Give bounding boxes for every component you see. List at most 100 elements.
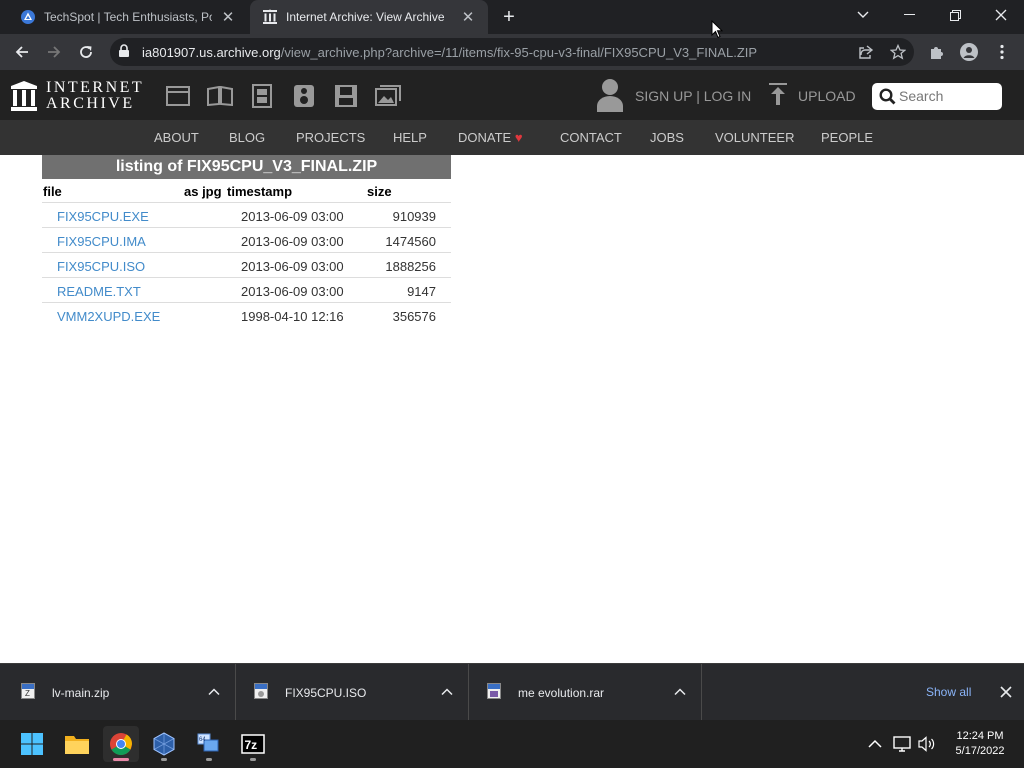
search-box[interactable] [872,83,1002,110]
chevron-up-icon[interactable] [866,735,884,753]
svg-text:64: 64 [199,737,206,743]
file-size: 1474560 [385,234,436,249]
nav-contact[interactable]: CONTACT [560,130,622,145]
windows-start-icon[interactable] [14,726,50,762]
windows-taskbar: 64 7z 12:24 PM 5/17/2022 [0,720,1024,768]
ia-topnav: INTERNET ARCHIVE SIGN UP | LOG IN UPLOAD [0,70,1024,120]
url-text[interactable]: ia801907.us.archive.org/view_archive.php… [142,45,757,60]
new-tab-button[interactable]: + [498,6,520,28]
video-icon[interactable] [249,83,275,109]
table-row: FIX95CPU.ISO 2013-06-09 03:00 1888256 [42,252,451,277]
clock-time: 12:24 PM [956,730,1004,742]
logo-line-internet: INTERNET [46,79,145,96]
virtualbox-icon[interactable] [146,726,182,762]
upload-link[interactable]: UPLOAD [798,88,856,104]
search-icon[interactable] [879,88,896,110]
restore-window-icon[interactable] [932,0,978,30]
nav-volunteer[interactable]: VOLUNTEER [715,130,794,145]
taskbar-clock[interactable]: 12:24 PM 5/17/2022 [940,729,1020,759]
download-filename: FIX95CPU.ISO [285,686,367,700]
close-tab-icon[interactable]: ✕ [218,7,238,27]
images-icon[interactable] [375,83,401,109]
nav-jobs[interactable]: JOBS [650,130,684,145]
menu-dots-icon[interactable] [988,38,1016,66]
column-header-as-jpg: as jpg [184,184,222,199]
nav-about[interactable]: ABOUT [154,130,199,145]
chevron-up-icon[interactable] [207,685,221,699]
close-window-icon[interactable] [978,0,1024,30]
close-shelf-icon[interactable] [998,684,1014,700]
zip-file-icon: Z [21,683,35,699]
heart-icon: ♥ [514,130,523,145]
column-header-timestamp: timestamp [227,184,293,199]
minimize-window-icon[interactable] [886,0,932,30]
audio-icon[interactable] [291,83,317,109]
tab-search-icon[interactable] [840,0,886,30]
file-timestamp: 1998-04-10 12:16 [241,309,344,324]
extensions-icon[interactable] [923,38,951,66]
download-item[interactable]: FIX95CPU.ISO [236,664,469,721]
7zip-icon[interactable]: 7z [235,726,271,762]
software-icon[interactable] [333,83,359,109]
profile-avatar-icon[interactable] [955,38,983,66]
tab-internet-archive[interactable]: Internet Archive: View Archive ✕ [250,0,488,34]
file-timestamp: 2013-06-09 03:00 [241,209,344,224]
download-item[interactable]: me evolution.rar [469,664,702,721]
nav-donate[interactable]: DONATE ♥ [458,130,523,145]
forward-arrow-icon[interactable] [40,38,68,66]
nav-projects[interactable]: PROJECTS [296,130,365,145]
nav-help[interactable]: HELP [393,130,427,145]
user-icon[interactable] [595,78,625,117]
bookmark-star-icon[interactable] [887,42,909,62]
browser-tab-strip: TechSpot | Tech Enthusiasts, Pow ✕ Inter… [0,0,1024,34]
internet-archive-logo[interactable]: INTERNET ARCHIVE [10,80,144,112]
show-all-downloads-link[interactable]: Show all [926,685,971,699]
file-link[interactable]: FIX95CPU.EXE [57,209,149,224]
file-explorer-icon[interactable] [59,726,95,762]
signup-login-link[interactable]: SIGN UP | LOG IN [635,88,751,104]
web-icon[interactable] [165,83,191,109]
back-arrow-icon[interactable] [8,38,36,66]
file-size: 1888256 [385,259,436,274]
volume-icon[interactable] [918,735,936,753]
column-header-row: file as jpg timestamp size [42,179,451,202]
file-link[interactable]: FIX95CPU.IMA [57,234,146,249]
nav-people[interactable]: PEOPLE [821,130,873,145]
table-row: VMM2XUPD.EXE 1998-04-10 12:16 356576 [42,302,451,327]
clock-date: 5/17/2022 [955,745,1005,757]
network-icon[interactable] [893,735,911,753]
download-item[interactable]: Z lv-main.zip [3,664,236,721]
chevron-up-icon[interactable] [440,685,454,699]
nav-blog[interactable]: BLOG [229,130,265,145]
search-input[interactable] [899,86,995,106]
file-size: 356576 [392,309,436,324]
ia-subnav: ABOUT BLOG PROJECTS HELP DONATE ♥ CONTAC… [0,120,1024,155]
vmware-icon[interactable]: 64 [191,726,227,762]
address-bar[interactable]: ia801907.us.archive.org/view_archive.php… [110,38,914,66]
upload-icon[interactable] [768,82,788,111]
tab-techspot[interactable]: TechSpot | Tech Enthusiasts, Pow ✕ [8,0,248,34]
file-link[interactable]: VMM2XUPD.EXE [57,309,160,324]
rar-file-icon [487,683,501,699]
chevron-up-icon[interactable] [673,685,687,699]
svg-text:Z: Z [25,689,30,698]
share-icon[interactable] [855,42,877,62]
tab-title: Internet Archive: View Archive [286,10,445,24]
file-link[interactable]: README.TXT [57,284,141,299]
texts-icon[interactable] [207,83,233,109]
table-row: FIX95CPU.EXE 2013-06-09 03:00 910939 [42,202,451,227]
reload-icon[interactable] [72,38,100,66]
logo-text: INTERNET ARCHIVE [46,80,144,112]
download-filename: lv-main.zip [52,686,110,700]
tab-title: TechSpot | Tech Enthusiasts, Pow [44,10,212,24]
url-path: /view_archive.php?archive=/11/items/fix-… [280,45,758,60]
archive-building-icon [11,81,37,111]
table-row: README.TXT 2013-06-09 03:00 9147 [42,277,451,302]
close-tab-icon[interactable]: ✕ [458,7,478,27]
url-host: ia801907.us.archive.org [142,45,281,60]
running-app-indicator [206,758,212,761]
lock-icon[interactable] [118,44,130,63]
chrome-icon[interactable] [103,726,139,762]
running-app-indicator [250,758,256,761]
file-link[interactable]: FIX95CPU.ISO [57,259,145,274]
